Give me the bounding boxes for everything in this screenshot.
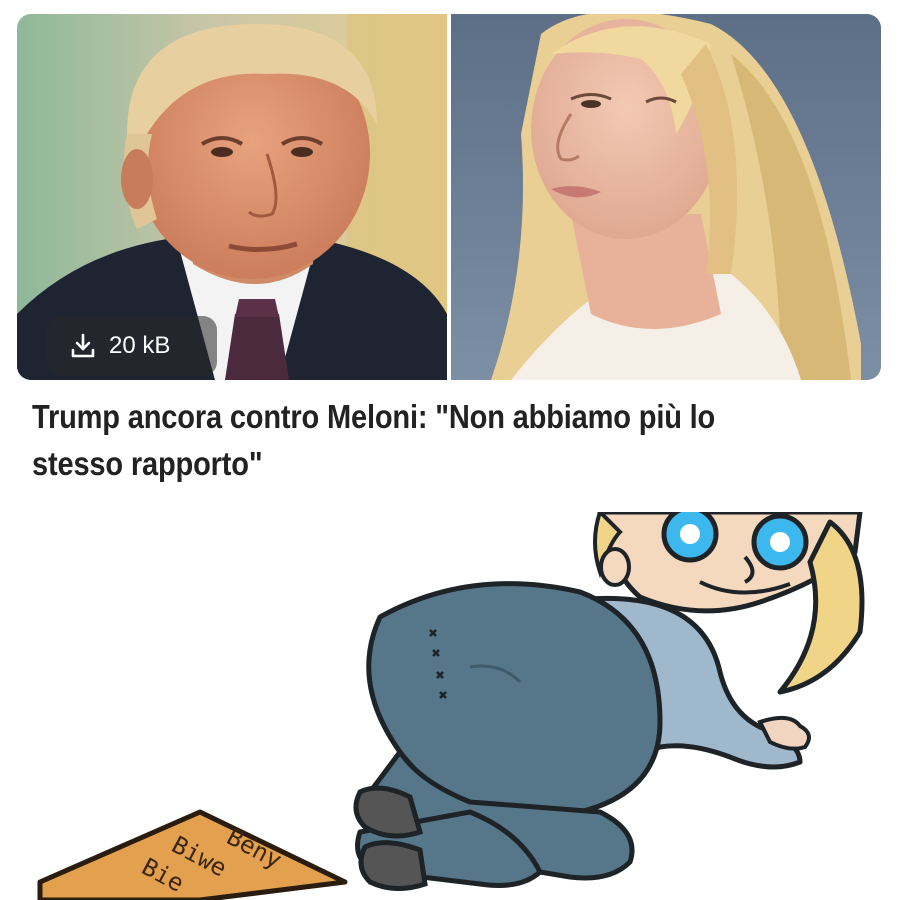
news-photo-right[interactable]	[451, 14, 881, 380]
cartoon-illustration: Beny Biwe Bie	[0, 512, 900, 900]
cartoon-body	[353, 512, 865, 891]
doormat: Beny Biwe Bie	[37, 809, 348, 900]
news-card[interactable]: 20 kB Trump ancora contro Meloni: "Non a…	[0, 0, 900, 512]
cartoon-drawing: Beny Biwe Bie	[37, 512, 865, 900]
download-button[interactable]: 20 kB	[47, 316, 217, 376]
download-icon	[69, 332, 97, 360]
news-photo-left[interactable]: 20 kB	[17, 14, 447, 380]
portrait-woman-illustration	[451, 14, 881, 380]
headline[interactable]: Trump ancora contro Meloni: "Non abbiamo…	[32, 393, 754, 487]
download-size-label: 20 kB	[109, 332, 171, 359]
